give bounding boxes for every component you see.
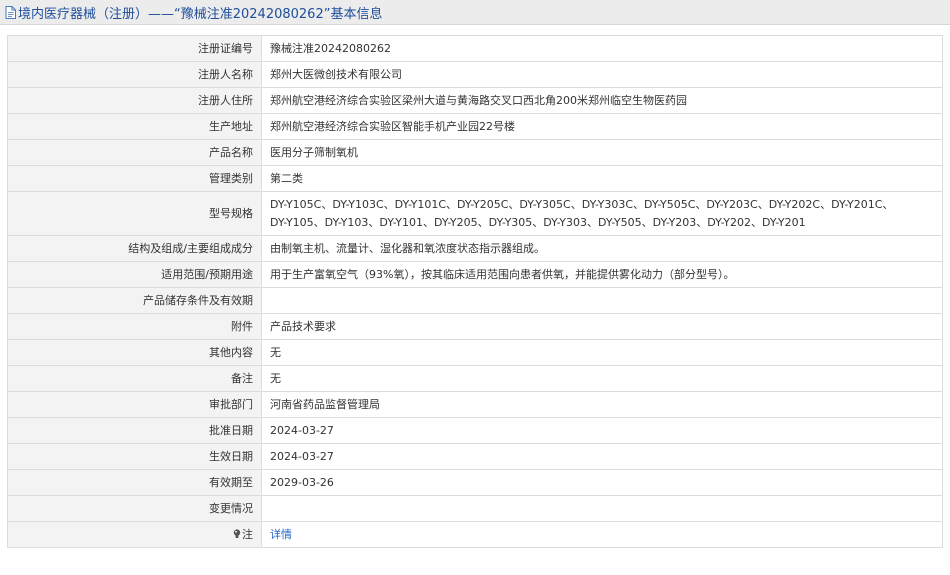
- row-label: 型号规格: [7, 191, 262, 236]
- table-row: 审批部门 河南省药品监督管理局: [7, 391, 943, 418]
- row-value: 第二类: [261, 165, 943, 192]
- model-spec-line: DY-Y105C、DY-Y103C、DY-Y101C、DY-Y205C、DY-Y…: [270, 197, 894, 211]
- table-row: 产品储存条件及有效期: [7, 287, 943, 314]
- lightbulb-icon: [233, 528, 241, 538]
- row-value: 郑州航空港经济综合实验区智能手机产业园22号楼: [261, 113, 943, 140]
- table-row: 管理类别 第二类: [7, 165, 943, 192]
- table-row: 附件 产品技术要求: [7, 313, 943, 340]
- row-value: 用于生产富氧空气（93%氧），按其临床适用范围向患者供氧，并能提供雾化动力（部分…: [261, 261, 943, 288]
- note-label: 注: [7, 521, 262, 548]
- page-header: 境内医疗器械（注册）——“豫械注准20242080262”基本信息: [0, 0, 950, 25]
- table-row: 变更情况: [7, 495, 943, 522]
- row-label: 产品名称: [7, 139, 262, 166]
- registration-info-table: 注册证编号 豫械注准20242080262 注册人名称 郑州大医微创技术有限公司…: [7, 35, 943, 548]
- table-row: 产品名称 医用分子筛制氧机: [7, 139, 943, 166]
- row-value: 郑州大医微创技术有限公司: [261, 61, 943, 88]
- row-value: 无: [261, 339, 943, 366]
- table-row: 注册证编号 豫械注准20242080262: [7, 35, 943, 62]
- row-value: 2024-03-27: [261, 417, 943, 444]
- table-row: 结构及组成/主要组成成分 由制氧主机、流量计、湿化器和氧浓度状态指示器组成。: [7, 235, 943, 262]
- row-label: 结构及组成/主要组成成分: [7, 235, 262, 262]
- row-label: 批准日期: [7, 417, 262, 444]
- row-label: 生产地址: [7, 113, 262, 140]
- row-label: 附件: [7, 313, 262, 340]
- row-value: 由制氧主机、流量计、湿化器和氧浓度状态指示器组成。: [261, 235, 943, 262]
- row-label: 生效日期: [7, 443, 262, 470]
- details-link[interactable]: 详情: [270, 528, 292, 541]
- table-row: 批准日期 2024-03-27: [7, 417, 943, 444]
- row-value: [261, 495, 943, 522]
- row-value: 无: [261, 365, 943, 392]
- row-label: 变更情况: [7, 495, 262, 522]
- row-label: 有效期至: [7, 469, 262, 496]
- row-label: 注册证编号: [7, 35, 262, 62]
- table-row: 适用范围/预期用途 用于生产富氧空气（93%氧），按其临床适用范围向患者供氧，并…: [7, 261, 943, 288]
- row-value: 产品技术要求: [261, 313, 943, 340]
- row-label: 审批部门: [7, 391, 262, 418]
- row-value: 河南省药品监督管理局: [261, 391, 943, 418]
- row-value: 郑州航空港经济综合实验区梁州大道与黄海路交叉口西北角200米郑州临空生物医药园: [261, 87, 943, 114]
- table-row: 有效期至 2029-03-26: [7, 469, 943, 496]
- document-icon: [5, 5, 16, 19]
- row-label: 产品储存条件及有效期: [7, 287, 262, 314]
- table-row: 备注 无: [7, 365, 943, 392]
- table-row: 注册人名称 郑州大医微创技术有限公司: [7, 61, 943, 88]
- table-row: 生效日期 2024-03-27: [7, 443, 943, 470]
- table-row: 型号规格 DY-Y105C、DY-Y103C、DY-Y101C、DY-Y205C…: [7, 191, 943, 236]
- row-label: 其他内容: [7, 339, 262, 366]
- model-spec-value: DY-Y105C、DY-Y103C、DY-Y101C、DY-Y205C、DY-Y…: [261, 191, 943, 236]
- row-label: 适用范围/预期用途: [7, 261, 262, 288]
- row-label: 注册人名称: [7, 61, 262, 88]
- row-label: 备注: [7, 365, 262, 392]
- row-label: 注册人住所: [7, 87, 262, 114]
- note-label-text: 注: [242, 527, 253, 541]
- row-value: 医用分子筛制氧机: [261, 139, 943, 166]
- row-value: 2029-03-26: [261, 469, 943, 496]
- page-title: 境内医疗器械（注册）——“豫械注准20242080262”基本信息: [18, 6, 383, 22]
- row-value: 2024-03-27: [261, 443, 943, 470]
- row-label: 管理类别: [7, 165, 262, 192]
- table-row: 其他内容 无: [7, 339, 943, 366]
- table-row: 注 详情: [7, 521, 943, 548]
- model-spec-line: DY-Y105、DY-Y103、DY-Y101、DY-Y205、DY-Y305、…: [270, 215, 806, 229]
- table-row: 生产地址 郑州航空港经济综合实验区智能手机产业园22号楼: [7, 113, 943, 140]
- table-row: 注册人住所 郑州航空港经济综合实验区梁州大道与黄海路交叉口西北角200米郑州临空…: [7, 87, 943, 114]
- row-value: [261, 287, 943, 314]
- row-value: 豫械注准20242080262: [261, 35, 943, 62]
